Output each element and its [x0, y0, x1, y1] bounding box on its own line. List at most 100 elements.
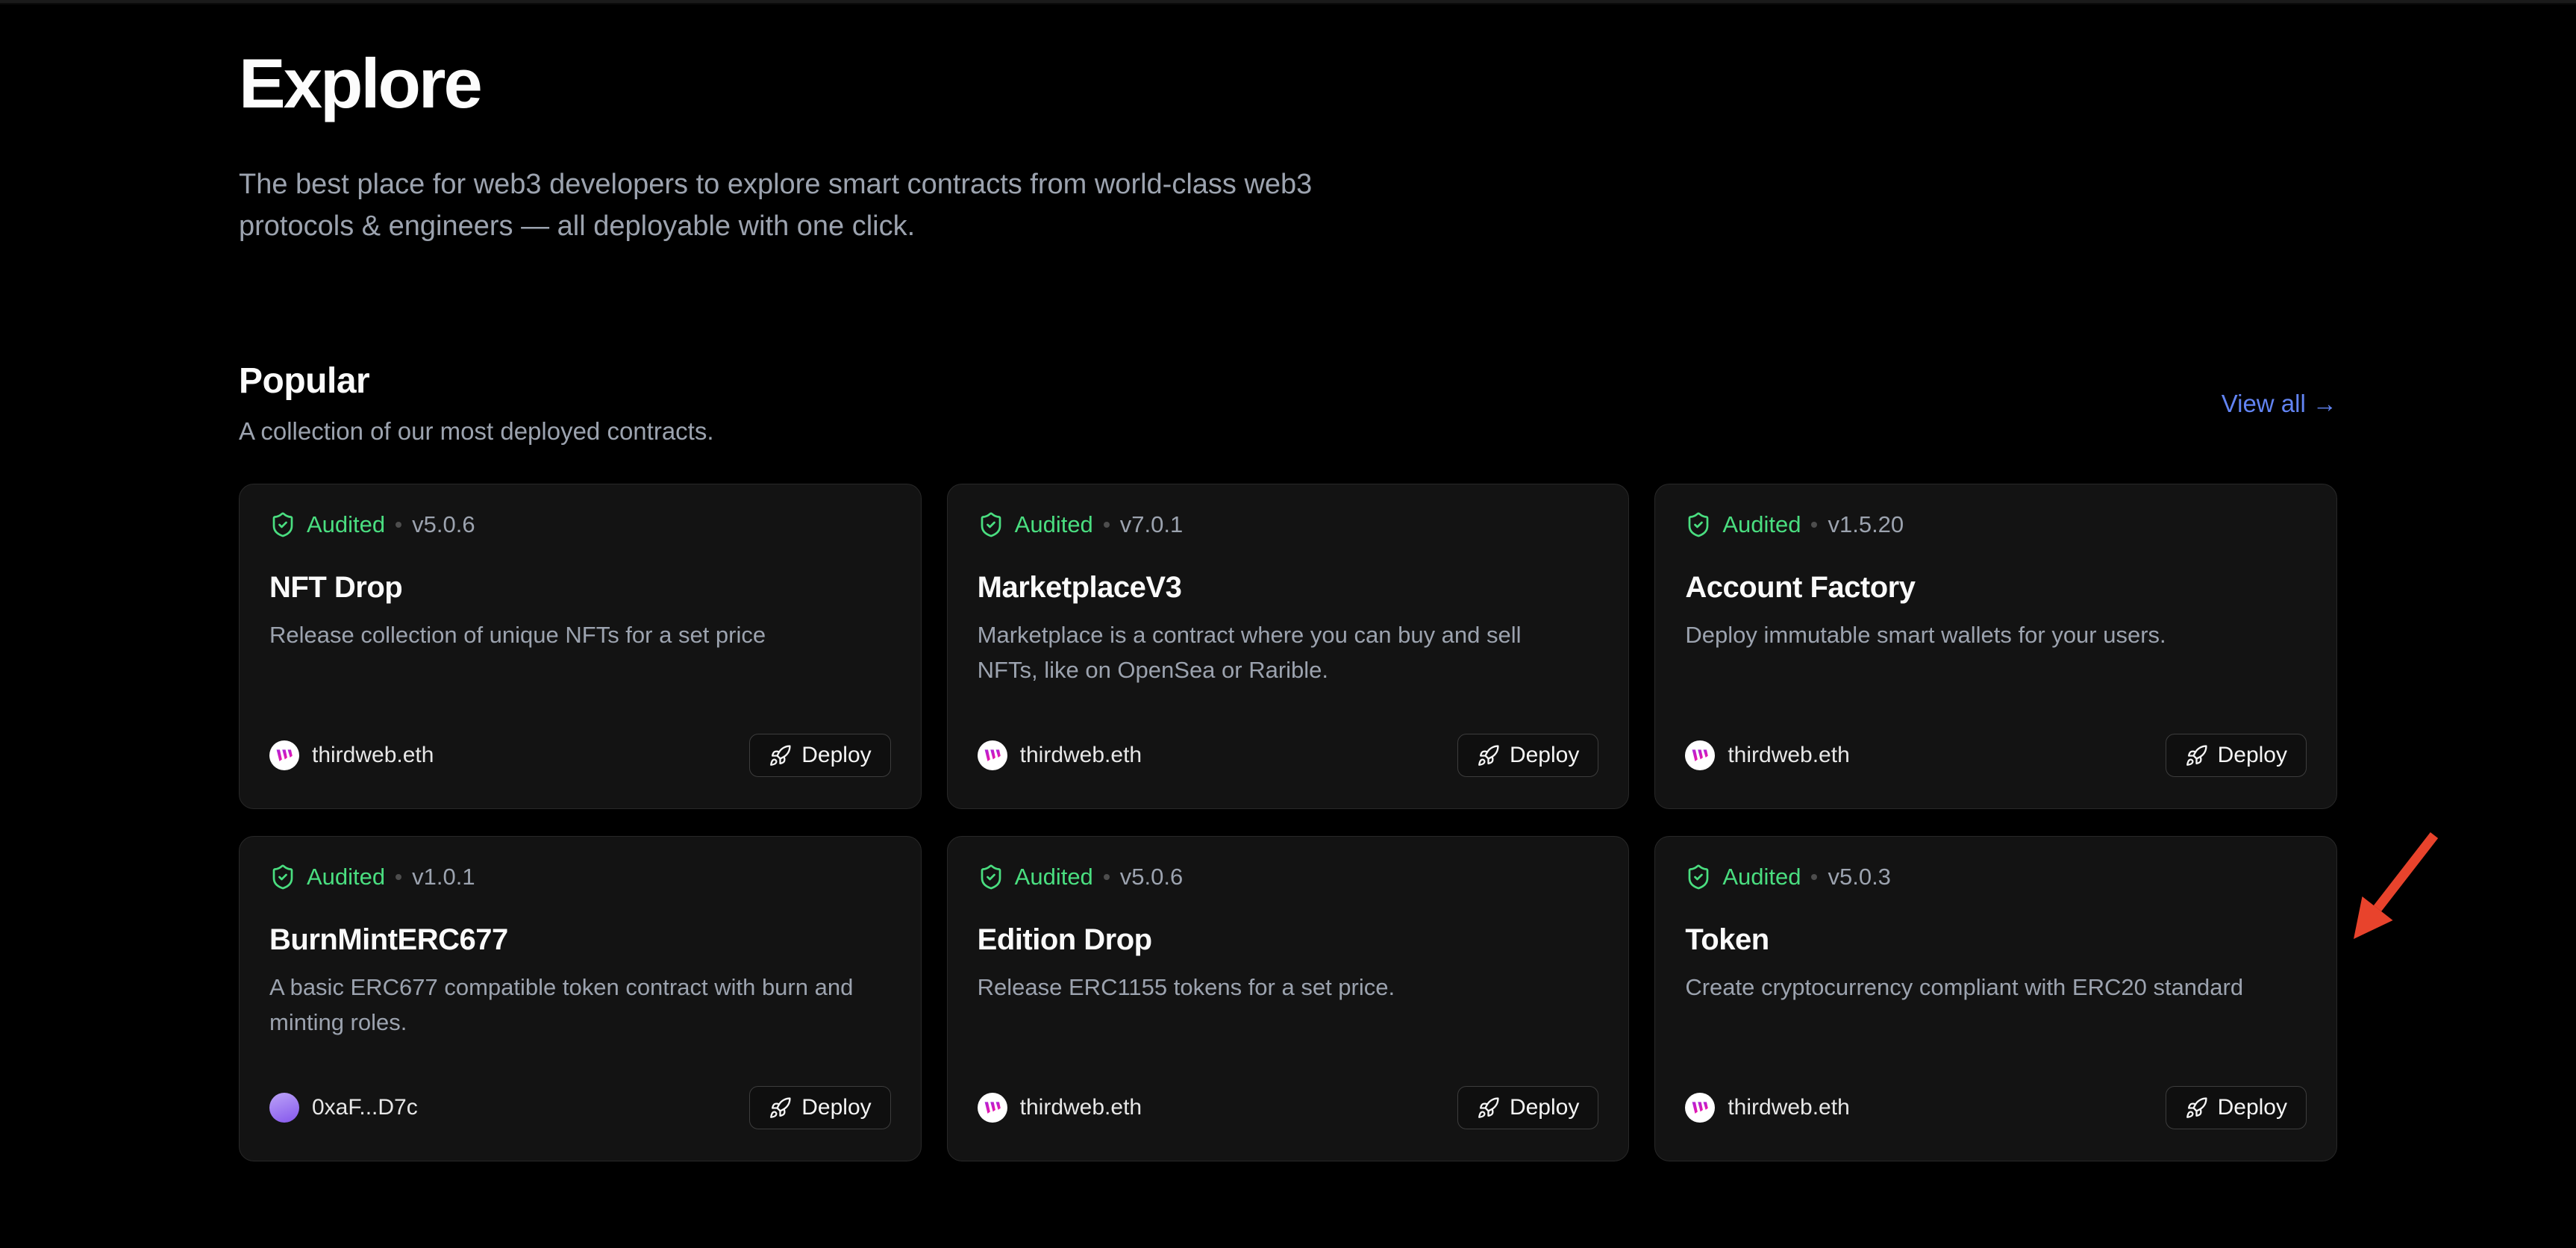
card-title: BurnMintERC677 — [269, 923, 891, 957]
publisher-name: thirdweb.eth — [312, 743, 434, 768]
card-footer: thirdweb.eth Deploy — [1685, 734, 2307, 777]
deploy-button[interactable]: Deploy — [1457, 1086, 1598, 1129]
card-footer: thirdweb.eth Deploy — [1685, 1086, 2307, 1129]
publisher-name: thirdweb.eth — [1728, 743, 1849, 768]
dot-separator — [396, 874, 401, 880]
rocket-icon — [769, 744, 792, 767]
shield-check-icon — [269, 511, 296, 538]
publisher-name: 0xaF...D7c — [312, 1095, 418, 1120]
publisher[interactable]: thirdweb.eth — [1685, 740, 1849, 770]
annotation-arrow-icon — [2343, 821, 2451, 948]
deploy-label: Deploy — [2218, 743, 2287, 768]
contract-card-nft-drop[interactable]: Audited v5.0.6 NFT Drop Release collecti… — [239, 484, 922, 809]
deploy-label: Deploy — [1510, 1095, 1579, 1120]
thirdweb-logo-icon — [269, 740, 299, 770]
card-footer: thirdweb.eth Deploy — [978, 1086, 1599, 1129]
shield-check-icon — [978, 864, 1004, 890]
card-title: Edition Drop — [978, 923, 1599, 957]
shield-check-icon — [978, 511, 1004, 538]
rocket-icon — [2185, 744, 2208, 767]
deploy-button[interactable]: Deploy — [2166, 1086, 2307, 1129]
popular-section-titles: Popular A collection of our most deploye… — [239, 360, 714, 448]
publisher-name: thirdweb.eth — [1728, 1095, 1849, 1120]
dot-separator — [396, 522, 401, 528]
contract-card-edition-drop[interactable]: Audited v5.0.6 Edition Drop Release ERC1… — [947, 836, 1630, 1161]
publisher[interactable]: thirdweb.eth — [269, 740, 434, 770]
deploy-label: Deploy — [801, 743, 871, 768]
shield-check-icon — [1685, 864, 1712, 890]
publisher-name: thirdweb.eth — [1020, 743, 1142, 768]
explore-page: Explore The best place for web3 develope… — [239, 4, 2337, 1161]
deploy-button[interactable]: Deploy — [1457, 734, 1598, 777]
contract-card-burnminterc677[interactable]: Audited v1.0.1 BurnMintERC677 A basic ER… — [239, 836, 922, 1161]
card-description: Release collection of unique NFTs for a … — [269, 618, 874, 653]
version-label: v1.5.20 — [1828, 511, 1904, 538]
card-title: Account Factory — [1685, 571, 2307, 605]
card-description: Release ERC1155 tokens for a set price. — [978, 970, 1582, 1005]
audited-badge: Audited v5.0.3 — [1685, 864, 2307, 890]
thirdweb-logo-icon — [1685, 740, 1715, 770]
publisher-name: thirdweb.eth — [1020, 1095, 1142, 1120]
contract-card-token[interactable]: Audited v5.0.3 Token Create cryptocurren… — [1654, 836, 2337, 1161]
rocket-icon — [1477, 744, 1500, 767]
section-heading: Popular — [239, 360, 714, 403]
version-label: v1.0.1 — [412, 864, 475, 890]
publisher[interactable]: 0xaF...D7c — [269, 1093, 418, 1123]
wallet-avatar — [269, 1093, 299, 1123]
deploy-label: Deploy — [1510, 743, 1579, 768]
publisher[interactable]: thirdweb.eth — [978, 1093, 1142, 1123]
rocket-icon — [2185, 1096, 2208, 1120]
audited-label: Audited — [1015, 511, 1093, 538]
publisher[interactable]: thirdweb.eth — [978, 740, 1142, 770]
deploy-button[interactable]: Deploy — [749, 1086, 890, 1129]
dot-separator — [1104, 522, 1110, 528]
audited-badge: Audited v5.0.6 — [269, 511, 891, 538]
card-description: Deploy immutable smart wallets for your … — [1685, 618, 2289, 653]
dot-separator — [1104, 874, 1110, 880]
deploy-label: Deploy — [2218, 1095, 2287, 1120]
audited-badge: Audited v1.5.20 — [1685, 511, 2307, 538]
audited-label: Audited — [1722, 511, 1801, 538]
version-label: v5.0.3 — [1828, 864, 1890, 890]
thirdweb-logo-icon — [978, 740, 1007, 770]
publisher[interactable]: thirdweb.eth — [1685, 1093, 1849, 1123]
version-label: v7.0.1 — [1120, 511, 1183, 538]
audited-label: Audited — [1722, 864, 1801, 890]
card-description: Create cryptocurrency compliant with ERC… — [1685, 970, 2289, 1005]
audited-badge: Audited v7.0.1 — [978, 511, 1599, 538]
popular-section-header: Popular A collection of our most deploye… — [239, 360, 2337, 448]
thirdweb-logo-icon — [1685, 1093, 1715, 1123]
card-title: NFT Drop — [269, 571, 891, 605]
card-description: A basic ERC677 compatible token contract… — [269, 970, 874, 1040]
audited-label: Audited — [307, 864, 385, 890]
contract-card-marketplacev3[interactable]: Audited v7.0.1 MarketplaceV3 Marketplace… — [947, 484, 1630, 809]
contract-card-account-factory[interactable]: Audited v1.5.20 Account Factory Deploy i… — [1654, 484, 2337, 809]
view-all-link[interactable]: View all → — [2222, 390, 2337, 418]
dot-separator — [1811, 522, 1817, 528]
deploy-label: Deploy — [801, 1095, 871, 1120]
version-label: v5.0.6 — [1120, 864, 1183, 890]
dot-separator — [1811, 874, 1817, 880]
card-footer: 0xaF...D7c Deploy — [269, 1086, 891, 1129]
contract-card-grid: Audited v5.0.6 NFT Drop Release collecti… — [239, 484, 2337, 1161]
rocket-icon — [769, 1096, 792, 1120]
audited-badge: Audited v5.0.6 — [978, 864, 1599, 890]
shield-check-icon — [1685, 511, 1712, 538]
section-subheading: A collection of our most deployed contra… — [239, 416, 714, 448]
version-label: v5.0.6 — [412, 511, 475, 538]
card-footer: thirdweb.eth Deploy — [269, 734, 891, 777]
page-title: Explore — [239, 43, 2337, 124]
audited-label: Audited — [1015, 864, 1093, 890]
thirdweb-logo-icon — [978, 1093, 1007, 1123]
card-footer: thirdweb.eth Deploy — [978, 734, 1599, 777]
audited-badge: Audited v1.0.1 — [269, 864, 891, 890]
card-description: Marketplace is a contract where you can … — [978, 618, 1582, 687]
card-title: MarketplaceV3 — [978, 571, 1599, 605]
page-subtitle: The best place for web3 developers to ex… — [239, 164, 1358, 248]
deploy-button[interactable]: Deploy — [749, 734, 890, 777]
audited-label: Audited — [307, 511, 385, 538]
rocket-icon — [1477, 1096, 1500, 1120]
deploy-button[interactable]: Deploy — [2166, 734, 2307, 777]
card-title: Token — [1685, 923, 2307, 957]
shield-check-icon — [269, 864, 296, 890]
